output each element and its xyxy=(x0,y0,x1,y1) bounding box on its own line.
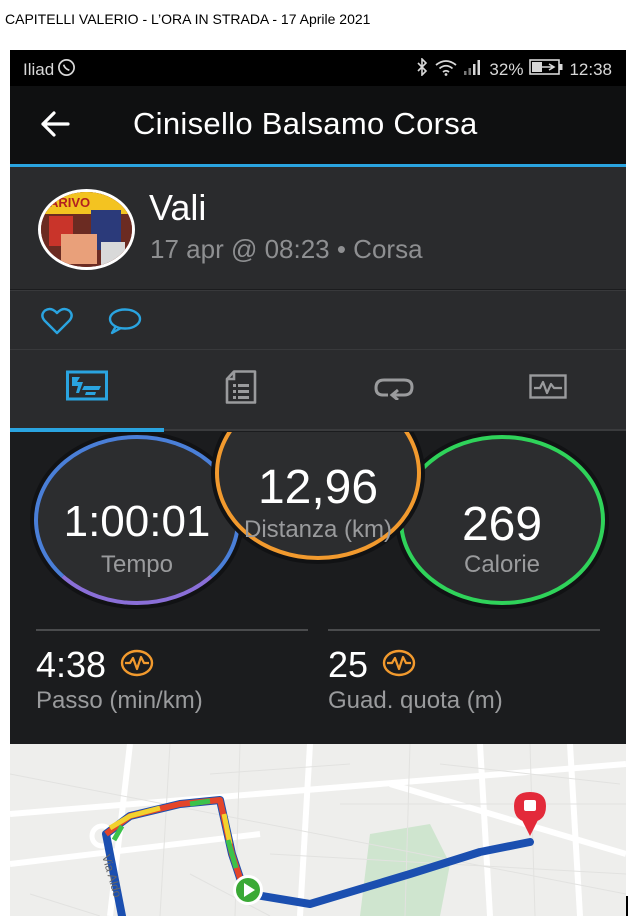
social-actions xyxy=(10,290,626,349)
pace-divider xyxy=(36,629,308,631)
pace-value: 4:38 xyxy=(36,644,107,685)
whatsapp-icon xyxy=(57,58,76,82)
distance-circle: 12,96 Distanza (km) xyxy=(215,432,421,560)
route-map[interactable]: Via Aldo xyxy=(10,744,626,916)
tab-bar xyxy=(10,349,626,430)
user-name[interactable]: Vali xyxy=(149,187,206,229)
activity-pulse-icon xyxy=(382,644,416,686)
elevation-metric: 25 xyxy=(328,644,416,686)
tab-summary-icon[interactable] xyxy=(66,370,108,407)
page-title: Cinisello Balsamo Corsa xyxy=(133,106,478,141)
comment-icon[interactable] xyxy=(108,307,142,340)
tab-underline xyxy=(164,429,626,431)
calories-label: Calorie xyxy=(463,551,541,578)
time-label: Tempo xyxy=(100,551,174,578)
battery-level: 32% xyxy=(489,59,524,79)
carrier-name: Iliad xyxy=(23,60,55,79)
activity-pulse-icon xyxy=(120,644,154,686)
wifi-icon xyxy=(435,59,457,81)
activity-header: ARIVO Vali 17 apr @ 08:23 • Corsa xyxy=(10,167,626,289)
phone-screen: Iliad 32% 12:38 Cinisello Balsamo Corsa … xyxy=(10,50,626,916)
distance-value: 12,96 xyxy=(257,461,379,514)
calories-value: 269 xyxy=(461,498,543,551)
elevation-value: 25 xyxy=(328,644,369,685)
elevation-label: Guad. quota (m) xyxy=(328,687,503,714)
activity-subtitle: 17 apr @ 08:23 • Corsa xyxy=(150,234,423,264)
signal-icon xyxy=(463,59,483,80)
start-marker-icon[interactable] xyxy=(233,875,263,905)
avatar[interactable]: ARIVO xyxy=(38,189,135,270)
clock: 12:38 xyxy=(569,59,612,79)
arrow-left-icon[interactable] xyxy=(40,110,70,143)
svg-text:ARIVO: ARIVO xyxy=(49,195,90,210)
pace-metric: 4:38 xyxy=(36,644,154,686)
elevation-divider xyxy=(328,629,600,631)
bluetooth-icon xyxy=(415,57,429,81)
page-caption: CAPITELLI VALERIO - L’ORA IN STRADA - 17… xyxy=(5,11,371,27)
battery-icon xyxy=(529,59,563,80)
tab-charts-icon[interactable] xyxy=(529,374,567,407)
cursor-mark xyxy=(626,896,628,916)
pace-label: Passo (min/km) xyxy=(36,687,203,714)
status-bar: Iliad 32% 12:38 xyxy=(10,50,626,86)
map-canvas: Via Aldo xyxy=(10,744,626,916)
app-bar: Cinisello Balsamo Corsa xyxy=(10,86,626,164)
time-circle: 1:00:01 Tempo xyxy=(34,435,240,605)
calories-circle: 269 Calorie xyxy=(399,435,605,605)
heart-icon[interactable] xyxy=(41,307,73,340)
tab-details-icon[interactable] xyxy=(225,370,257,409)
tab-laps-icon[interactable] xyxy=(374,376,414,405)
time-value: 1:00:01 xyxy=(63,497,211,546)
distance-label: Distanza (km) xyxy=(243,516,393,543)
stats-panel: 1:00:01 Tempo 269 Calorie 12,96 Distanza… xyxy=(10,432,626,742)
